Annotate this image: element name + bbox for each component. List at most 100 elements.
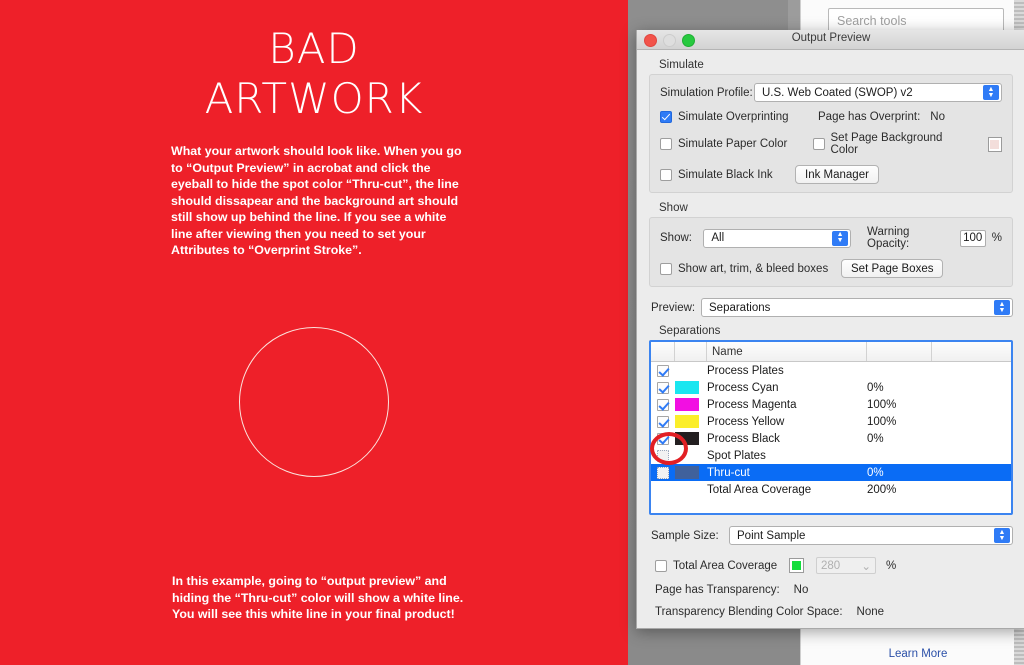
table-row[interactable]: Process Magenta 100% [651, 396, 1011, 413]
blending-space-row: Transparency Blending Color Space: None [655, 606, 1013, 618]
table-row[interactable]: Total Area Coverage 200% [651, 481, 1011, 498]
set-page-boxes-button[interactable]: Set Page Boxes [841, 259, 944, 278]
separation-percentage: 0% [867, 466, 884, 479]
learn-more-link[interactable]: Learn More [888, 648, 948, 660]
chevron-updown-icon: ▲ ▼ [832, 230, 849, 246]
page-has-transparency-row: Page has Transparency: No [655, 584, 1013, 596]
column-extra [932, 342, 1011, 361]
simulation-profile-row: Simulation Profile: U.S. Web Coated (SWO… [660, 83, 1002, 102]
simulate-overprinting-checkbox[interactable] [660, 111, 672, 123]
total-area-coverage-label: Total Area Coverage [673, 559, 778, 572]
separation-visibility-checkbox[interactable] [657, 415, 669, 428]
blending-space-value: None [856, 606, 885, 618]
show-section-label: Show [659, 202, 688, 214]
dialog-title: Output Preview [791, 32, 871, 44]
percent-label: % [886, 559, 897, 572]
table-row[interactable]: Process Plates [651, 362, 1011, 379]
ink-manager-button[interactable]: Ink Manager [795, 165, 879, 184]
separation-name: Thru-cut [707, 466, 750, 479]
simulate-overprinting-label: Simulate Overprinting [678, 111, 789, 123]
page-has-overprint-label: Page has Overprint: [818, 111, 921, 123]
sample-size-row: Sample Size: Point Sample ▲ ▼ [649, 526, 1013, 545]
separation-percentage: 0% [867, 432, 884, 445]
chevron-down-icon: ⌄ [861, 560, 871, 573]
visibility-cell [651, 381, 675, 394]
black-ink-row: Simulate Black Ink Ink Manager [660, 165, 1002, 184]
separations-header-row: Name [651, 342, 1011, 362]
table-row[interactable]: Process Cyan 0% [651, 379, 1011, 396]
show-group: Show: All ▲ ▼ Warning Opacity: 100 % Show… [649, 217, 1013, 287]
simulate-paper-color-label: Simulate Paper Color [678, 138, 788, 150]
sample-size-select[interactable]: Point Sample ▲ ▼ [729, 526, 1013, 545]
separation-name: Process Cyan [707, 381, 779, 394]
preview-label: Preview: [651, 301, 696, 314]
visibility-cell [651, 398, 675, 411]
paper-color-row: Simulate Paper Color Set Page Background… [660, 132, 1002, 156]
pdf-artwork-page: BAD ARTWORK What your artwork should loo… [0, 0, 628, 665]
search-placeholder-text: Search tools [837, 14, 907, 28]
separation-name: Total Area Coverage [707, 483, 812, 496]
separations-section-label: Separations [659, 325, 721, 337]
preview-select[interactable]: Separations ▲ ▼ [701, 298, 1013, 317]
artwork-paragraph-bottom: In this example, going to “output previe… [172, 574, 464, 621]
show-boxes-row: Show art, trim, & bleed boxes Set Page B… [660, 259, 1002, 278]
separation-visibility-checkbox[interactable] [657, 398, 669, 411]
swatch-cell [675, 381, 707, 394]
dialog-titlebar[interactable]: Output Preview [637, 30, 1024, 50]
simulate-black-ink-checkbox[interactable] [660, 168, 672, 181]
chevron-updown-icon: ▲ ▼ [983, 85, 999, 100]
show-label: Show: [660, 232, 692, 244]
tac-threshold-input[interactable]: 280 ⌄ [816, 557, 876, 574]
simulate-black-ink-label: Simulate Black Ink [678, 168, 773, 181]
show-value: All [711, 232, 725, 244]
separation-name: Process Magenta [707, 398, 797, 411]
artwork-title: BAD ARTWORK [0, 24, 628, 124]
separation-percentage: 100% [867, 398, 897, 411]
column-value [867, 342, 932, 361]
swatch-cell [675, 398, 707, 411]
separations-table[interactable]: Name Process Plates Process Cyan 0% Process… [649, 340, 1013, 515]
table-row[interactable]: Spot Plates [651, 447, 1011, 464]
output-preview-dialog: Output Preview Simulate Simulation Profi… [636, 30, 1024, 629]
visibility-cell [651, 415, 675, 428]
sample-size-label: Sample Size: [651, 529, 719, 542]
separation-name: Process Yellow [707, 415, 785, 428]
artwork-title-line2: ARTWORK [204, 74, 424, 123]
table-row[interactable]: Process Black 0% [651, 430, 1011, 447]
separation-percentage: 100% [867, 415, 897, 428]
show-boxes-label: Show art, trim, & bleed boxes [678, 262, 829, 275]
swatch-fill [990, 139, 1000, 149]
separation-color-swatch [675, 466, 699, 479]
swatch-cell [675, 466, 707, 479]
separation-name: Process Plates [707, 364, 784, 377]
separation-visibility-checkbox[interactable] [657, 466, 669, 479]
page-background-color-swatch[interactable] [987, 136, 1002, 152]
simulate-section-label: Simulate [659, 59, 704, 71]
simulate-paper-color-checkbox[interactable] [660, 138, 672, 150]
column-swatch [675, 342, 707, 361]
table-row[interactable]: Process Yellow 100% [651, 413, 1011, 430]
separation-visibility-checkbox[interactable] [657, 364, 669, 377]
page-has-transparency-label: Page has Transparency: [655, 584, 780, 596]
table-row[interactable]: Thru-cut 0% [651, 464, 1011, 481]
separations-row-list: Process Plates Process Cyan 0% Process Mage… [651, 362, 1011, 498]
separation-color-swatch [675, 381, 699, 394]
separation-visibility-checkbox[interactable] [657, 381, 669, 394]
separation-color-swatch [675, 398, 699, 411]
artwork-title-line1: BAD [268, 24, 360, 73]
total-area-coverage-checkbox[interactable] [655, 559, 667, 572]
set-page-background-color-checkbox[interactable] [812, 138, 825, 150]
tac-color-swatch[interactable] [789, 558, 804, 573]
warning-opacity-input[interactable]: 100 [959, 229, 986, 247]
separation-percentage: 0% [867, 381, 884, 394]
chevron-updown-icon: ▲ ▼ [994, 300, 1010, 315]
column-name: Name [707, 342, 867, 361]
warning-opacity-label: Warning Opacity: [867, 226, 910, 250]
swatch-fill [792, 561, 801, 570]
separation-color-swatch [675, 415, 699, 428]
document-gray-area-bottom [628, 627, 800, 665]
simulation-profile-select[interactable]: U.S. Web Coated (SWOP) v2 ▲ ▼ [754, 83, 1002, 102]
chevron-updown-icon: ▲ ▼ [994, 528, 1010, 543]
show-boxes-checkbox[interactable] [660, 262, 672, 275]
show-select[interactable]: All ▲ ▼ [703, 228, 852, 248]
